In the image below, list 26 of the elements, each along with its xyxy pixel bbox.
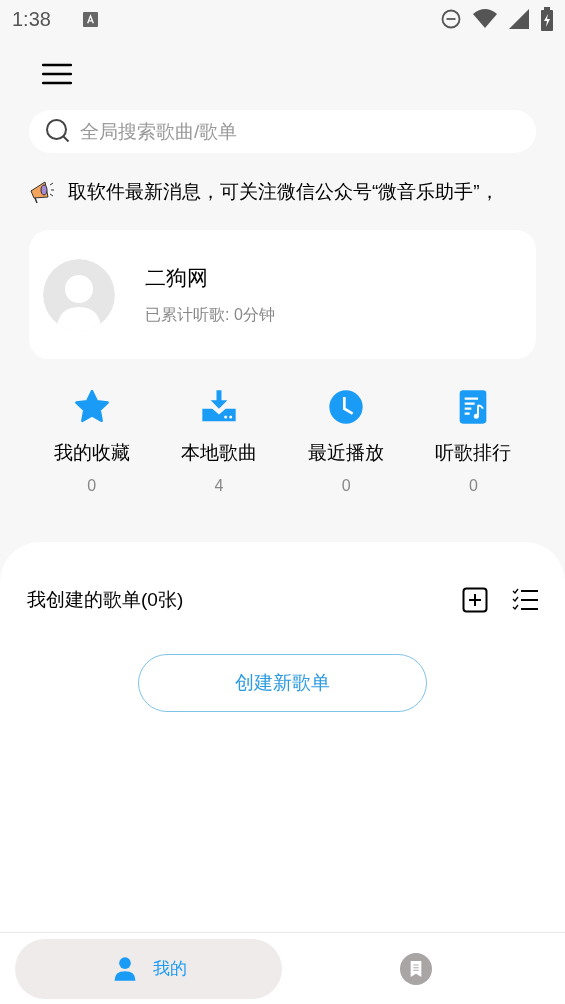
menu-button[interactable] (42, 62, 72, 86)
notice-text: 取软件最新消息，可关注微信公众号“微音乐助手”， (68, 179, 499, 204)
profile-card[interactable]: 二狗网 已累计听歌: 0分钟 (29, 230, 536, 359)
checklist-icon (512, 586, 538, 613)
avatar-icon (43, 258, 115, 331)
user-name: 二狗网 (145, 264, 209, 291)
search-icon (45, 118, 71, 144)
bookmark-icon (400, 952, 432, 985)
wifi-icon (473, 9, 497, 29)
add-playlist-button[interactable] (462, 586, 488, 613)
shortcut-item[interactable]: 最近播放 0 (282, 387, 410, 498)
menu-icon (42, 63, 72, 85)
search-field[interactable]: 全局搜索歌曲/歌单 (29, 110, 536, 153)
add-icon (462, 586, 488, 613)
shortcut-item[interactable]: 听歌排行 0 (409, 387, 537, 498)
listen-time: 已累计听歌: 0分钟 (145, 305, 275, 326)
signal-icon (509, 9, 529, 29)
shortcut-item[interactable]: 本地歌曲 4 (155, 387, 283, 498)
do-not-disturb-icon (441, 9, 461, 29)
keyboard-notification-icon (82, 11, 98, 27)
megaphone-icon (28, 179, 56, 205)
status-time: 1:38 (12, 7, 51, 32)
playlist-section-title: 我创建的歌单(0张) (27, 587, 185, 612)
battery-icon (541, 7, 553, 31)
shortcut-item[interactable]: 我的收藏 0 (28, 387, 156, 498)
manage-playlist-button[interactable] (512, 586, 538, 613)
